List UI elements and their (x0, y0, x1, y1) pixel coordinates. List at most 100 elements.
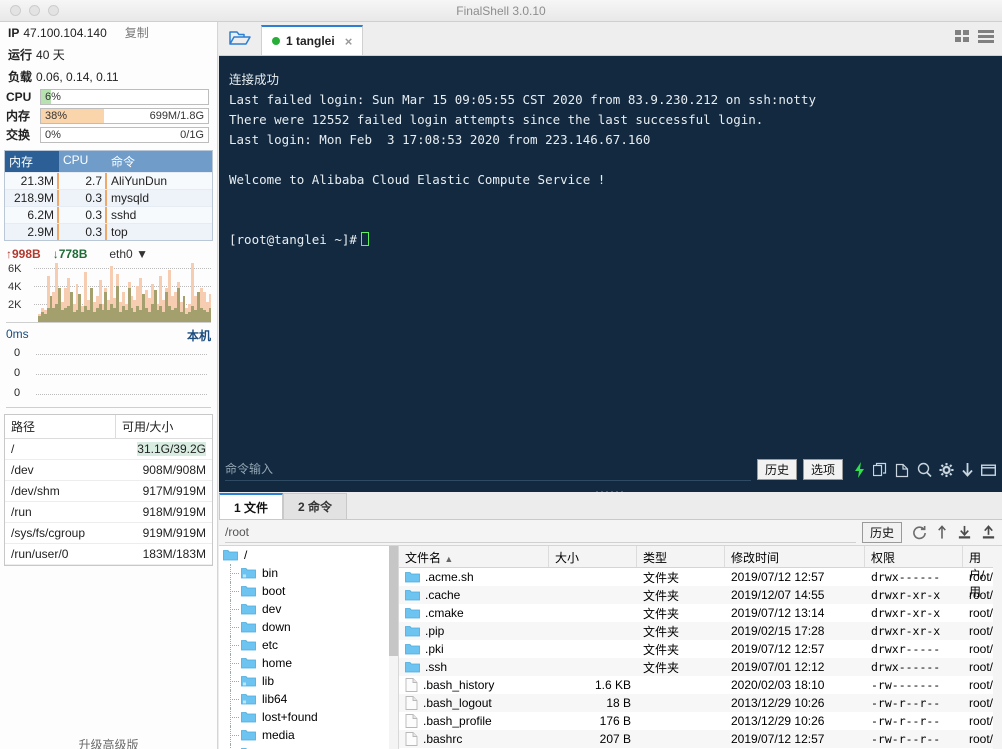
tree-indent-guide (221, 600, 241, 618)
col-header-cpu[interactable]: CPU (59, 151, 107, 172)
disk-row[interactable]: /run 918M/919M (5, 502, 212, 523)
close-icon[interactable]: × (345, 34, 353, 49)
disk-row[interactable]: /run/user/0 183M/183M (5, 544, 212, 565)
file-row[interactable]: .bash_logout 18 B 2013/12/29 10:26 -rw-r--r… (399, 694, 1002, 712)
file-row[interactable]: .cmake 文件夹 2019/07/12 13:14 drwxr-xr-x root/… (399, 604, 1002, 622)
tree-item-label: / (244, 548, 248, 562)
file-row[interactable]: .pip 文件夹 2019/02/15 17:28 drwxr-xr-x root/ro (399, 622, 1002, 640)
tree-item[interactable]: media (219, 726, 398, 744)
disk-row[interactable]: /dev/shm 917M/919M (5, 481, 212, 502)
file-list-vscrollbar[interactable] (993, 546, 1002, 749)
file-name-cell: .bash_logout (399, 696, 549, 710)
path-history-button[interactable]: 历史 (861, 522, 902, 543)
meter-detail: 699M/1.8G (149, 109, 204, 122)
meter-bar: 6% (40, 89, 209, 105)
latency-host: 本机 (186, 329, 211, 343)
file-permissions-cell: drwxr-xr-x (871, 588, 941, 602)
interface-selector[interactable]: eth0 ▼ (109, 247, 148, 261)
col-header-free-total[interactable]: 可用/大小 (116, 415, 212, 438)
up-level-icon[interactable] (936, 525, 948, 540)
command-history-button[interactable]: 历史 (756, 459, 797, 480)
tree-item[interactable]: mnt (219, 744, 398, 749)
download-icon[interactable] (961, 462, 974, 478)
tree-item[interactable]: lost+found (219, 708, 398, 726)
lightning-icon[interactable] (853, 461, 866, 478)
disk-size: 917M/919M (142, 484, 206, 498)
file-modified-cell: 2019/07/12 12:57 (731, 642, 825, 656)
search-icon[interactable] (917, 462, 932, 478)
file-row[interactable]: .bash_history 1.6 KB 2020/02/03 18:10 -rw--… (399, 676, 1002, 694)
col-header-memory[interactable]: 内存 (5, 151, 59, 172)
file-row[interactable]: .bash_profile 176 B 2013/12/29 10:26 -rw-r-… (399, 712, 1002, 730)
disk-row[interactable]: /dev 908M/908M (5, 460, 212, 481)
file-row[interactable]: .cache 文件夹 2019/12/07 14:55 drwxr-xr-x root/… (399, 586, 1002, 604)
gear-icon[interactable] (939, 462, 954, 478)
uptime-label: 运行 (8, 48, 33, 62)
command-options-button[interactable]: 选项 (802, 459, 843, 480)
file-row[interactable]: .acme.sh 文件夹 2019/07/12 12:57 drwx------ roo… (399, 568, 1002, 586)
col-header-size[interactable]: 大小 (549, 546, 637, 567)
col-header-command[interactable]: 命令 (107, 151, 212, 172)
folder-icon (241, 675, 256, 687)
col-header-filename[interactable]: 文件名 ▲ (399, 546, 549, 567)
tree-item[interactable]: home (219, 654, 398, 672)
meter-percent: 0% (45, 128, 61, 141)
disk-usage-table: 路径 可用/大小 / 31.1G/39.2G/dev 908M/908M/dev/s… (4, 414, 213, 566)
session-tab[interactable]: 1 tanglei × (261, 25, 364, 55)
tree-item[interactable]: boot (219, 582, 398, 600)
list-view-icon[interactable] (978, 29, 994, 43)
process-row[interactable]: 218.9M 0.3 mysqld (5, 189, 212, 206)
file-permissions-cell: drwx------ (871, 660, 941, 674)
process-row[interactable]: 2.9M 0.3 top (5, 223, 212, 240)
process-row[interactable]: 6.2M 0.3 sshd (5, 206, 212, 223)
terminal-toolbar (853, 461, 996, 478)
file-permissions-cell: drwx------ (871, 570, 941, 584)
tree-item[interactable]: lib64 (219, 690, 398, 708)
copy-ip-button[interactable]: 复制 (125, 24, 149, 42)
process-row[interactable]: 21.3M 2.7 AliYunDun (5, 172, 212, 189)
col-header-type[interactable]: 类型 (637, 546, 725, 567)
tree-scrollbar-thumb[interactable] (389, 546, 398, 656)
tree-item[interactable]: lib (219, 672, 398, 690)
tree-item[interactable]: etc (219, 636, 398, 654)
split-resize-handle[interactable]: ······ (219, 484, 1002, 496)
latency-row-2: 0 (14, 387, 21, 399)
directory-tree[interactable]: / bin boot dev down etc home lib lib64 lost+found… (219, 546, 399, 749)
window-icon[interactable] (981, 462, 996, 478)
disk-size: 919M/919M (142, 526, 206, 540)
terminal-output[interactable]: 连接成功 Last failed login: Sun Mar 15 09:05:… (219, 56, 1002, 454)
col-header-permissions[interactable]: 权限 (865, 546, 963, 567)
bottom-tab[interactable]: 2 命令 (283, 493, 348, 519)
tree-item[interactable]: down (219, 618, 398, 636)
disk-row[interactable]: /sys/fs/cgroup 919M/919M (5, 523, 212, 544)
file-row[interactable]: .pki 文件夹 2019/07/12 12:57 drwxr----- root/ro (399, 640, 1002, 658)
file-name-label: .bash_history (423, 678, 495, 692)
paste-icon[interactable] (895, 462, 910, 478)
bottom-tab[interactable]: 1 文件 (219, 493, 284, 519)
tree-item-root[interactable]: / (219, 546, 398, 564)
copy-icon[interactable] (873, 462, 888, 478)
process-rows: 21.3M 2.7 AliYunDun 218.9M 0.3 mysqld 6.2M 0.3 s… (5, 172, 212, 240)
network-graph-plot (34, 263, 211, 322)
file-modified-cell: 2013/12/29 10:26 (731, 696, 825, 710)
uptime-row: 运行 40 天 (0, 44, 217, 66)
latency-value: 0ms (6, 327, 29, 341)
tree-scrollbar[interactable] (389, 546, 398, 749)
disk-row[interactable]: / 31.1G/39.2G (5, 439, 212, 460)
refresh-icon[interactable] (912, 525, 927, 540)
col-header-path[interactable]: 路径 (5, 415, 116, 438)
file-row[interactable]: .ssh 文件夹 2019/07/01 12:12 drwx------ root/ro (399, 658, 1002, 676)
command-input[interactable]: 命令输入 (225, 458, 751, 481)
tree-item[interactable]: dev (219, 600, 398, 618)
tree-item[interactable]: bin (219, 564, 398, 582)
upload-file-icon[interactable] (981, 525, 996, 540)
folder-open-icon[interactable] (219, 21, 261, 55)
file-size-cell: 1.6 KB (594, 678, 631, 692)
grid-view-icon[interactable] (955, 29, 971, 43)
col-header-modified[interactable]: 修改时间 (725, 546, 865, 567)
download-file-icon[interactable] (957, 525, 972, 540)
meter-row-交换: 交换 0% 0/1G (0, 125, 217, 144)
remote-path-input[interactable]: /root (225, 522, 856, 543)
upgrade-link[interactable]: 升级高级版 (0, 736, 217, 749)
file-row[interactable]: .bashrc 207 B 2019/07/12 12:57 -rw-r--r-- ro… (399, 730, 1002, 748)
